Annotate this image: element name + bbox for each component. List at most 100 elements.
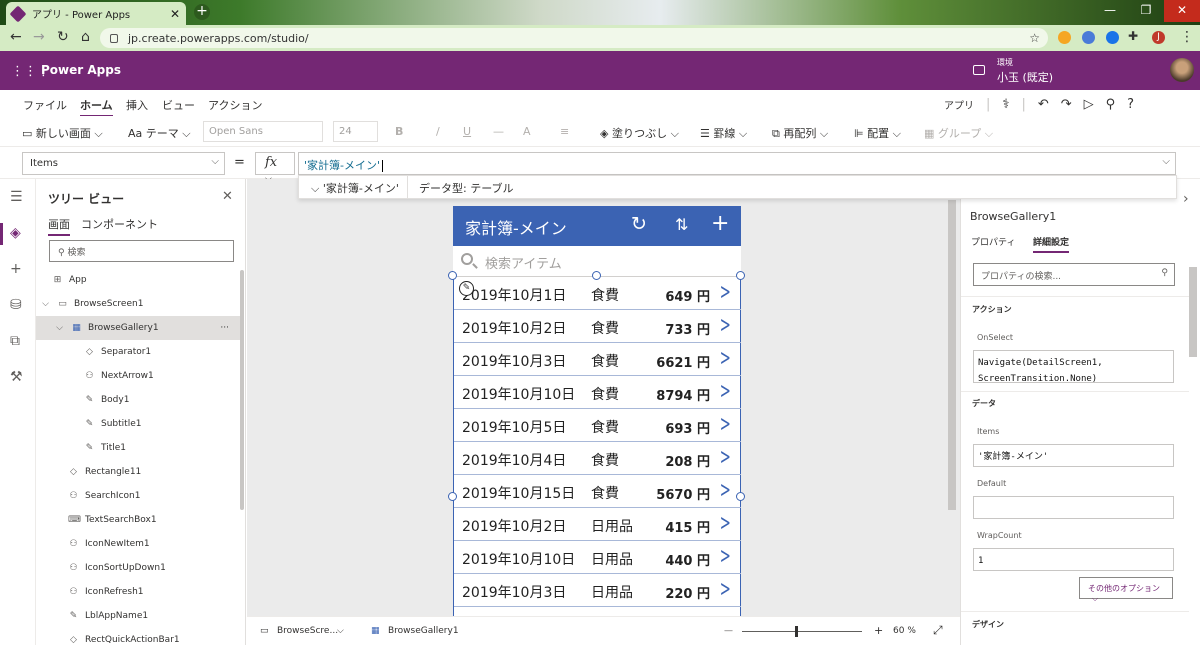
- menu-home[interactable]: ホーム: [80, 97, 113, 117]
- next-arrow-icon[interactable]: >: [720, 478, 731, 503]
- property-search-input[interactable]: プロパティの検索... ⚲: [973, 263, 1175, 286]
- app-title[interactable]: 家計簿-メイン: [465, 215, 567, 239]
- extension-icon[interactable]: [1058, 31, 1071, 44]
- control-breadcrumb[interactable]: BrowseGallery1: [388, 626, 459, 636]
- fill-button[interactable]: ◈ 塗りつぶし ⌵: [600, 125, 679, 141]
- help-icon[interactable]: ?: [1127, 97, 1134, 112]
- sort-up-down-icon[interactable]: ⇅: [675, 215, 688, 234]
- new-screen-button[interactable]: ▭ 新しい画面 ⌵: [22, 125, 103, 141]
- fit-to-window-icon[interactable]: ⤢: [933, 623, 943, 638]
- zoom-in-button[interactable]: +: [874, 624, 883, 637]
- extension-icon[interactable]: [1082, 31, 1095, 44]
- tree-node-searchicon[interactable]: ⚇ SearchIcon1: [68, 484, 140, 508]
- items-field[interactable]: '家計簿-メイン': [973, 444, 1174, 467]
- border-button[interactable]: ☰ 罫線 ⌵: [700, 125, 747, 141]
- insert-plus-icon[interactable]: +: [10, 261, 22, 277]
- gallery-row[interactable]: 2019年10月2日 食費 733 円 >: [454, 310, 741, 343]
- extension-icon[interactable]: [1106, 31, 1119, 44]
- gallery-row[interactable]: 2019年10月10日 食費 8794 円 >: [454, 376, 741, 409]
- next-arrow-icon[interactable]: >: [720, 511, 731, 536]
- add-item-icon[interactable]: +: [711, 211, 729, 236]
- italic-button[interactable]: /: [436, 125, 440, 138]
- app-settings-button[interactable]: アプリ: [944, 97, 974, 112]
- hamburger-menu-icon[interactable]: ☰: [10, 189, 23, 205]
- gallery-row[interactable]: 2019年10月3日 日用品 220 円 >: [454, 574, 741, 607]
- environment-icon[interactable]: [973, 65, 985, 75]
- close-tab-icon[interactable]: ✕: [170, 7, 180, 21]
- chevron-down-icon[interactable]: ⌵: [337, 626, 344, 636]
- next-arrow-icon[interactable]: >: [720, 346, 731, 371]
- next-arrow-icon[interactable]: >: [720, 445, 731, 470]
- back-icon[interactable]: ←: [10, 29, 22, 45]
- font-select[interactable]: Open Sans: [203, 121, 323, 142]
- close-window-icon[interactable]: ✕: [1164, 0, 1200, 22]
- more-options-icon[interactable]: ···: [220, 323, 229, 333]
- next-arrow-icon[interactable]: >: [720, 280, 731, 305]
- environment-name[interactable]: 小玉 (既定): [997, 69, 1053, 85]
- menu-file[interactable]: ファイル: [23, 97, 67, 113]
- zoom-out-button[interactable]: —: [724, 626, 733, 636]
- tree-node-textsearchbox[interactable]: ⌨ TextSearchBox1: [68, 508, 157, 532]
- data-cylinder-icon[interactable]: ⛁: [10, 297, 22, 313]
- tree-node-app[interactable]: ⊞ App: [52, 268, 87, 292]
- next-arrow-icon[interactable]: >: [720, 577, 731, 602]
- tab-components[interactable]: コンポーネント: [81, 216, 158, 232]
- tree-node-lblappname[interactable]: ✎ LblAppName1: [68, 604, 148, 628]
- gallery-row[interactable]: 2019年10月3日 食費 6621 円 >: [454, 343, 741, 376]
- tab-screens[interactable]: 画面: [48, 216, 70, 236]
- extensions-puzzle-icon[interactable]: ✚: [1128, 29, 1138, 43]
- url-field[interactable]: jp.create.powerapps.com/studio/ ☆: [100, 28, 1048, 48]
- advanced-tools-icon[interactable]: ⚒: [10, 369, 23, 385]
- menu-action[interactable]: アクション: [208, 97, 262, 113]
- theme-button[interactable]: Aa テーマ ⌵: [128, 125, 191, 141]
- undo-icon[interactable]: ↶: [1038, 97, 1049, 112]
- expand-formula-icon[interactable]: ⌵: [1162, 156, 1170, 167]
- wrapcount-field[interactable]: 1: [973, 548, 1174, 571]
- tab-advanced[interactable]: 詳細設定: [1033, 235, 1070, 253]
- resize-handle[interactable]: [448, 492, 457, 501]
- zoom-slider[interactable]: [742, 631, 862, 632]
- formula-input[interactable]: '家計簿-メイン' ⌵: [298, 152, 1176, 175]
- new-tab-button[interactable]: +: [194, 4, 210, 20]
- tree-node-body[interactable]: ✎ Body1: [84, 388, 130, 412]
- preview-play-icon[interactable]: ▷: [1084, 97, 1094, 112]
- forward-icon[interactable]: →: [33, 29, 45, 45]
- bold-button[interactable]: B: [395, 125, 403, 138]
- tree-node-nextarrow[interactable]: ⚇ NextArrow1: [84, 364, 153, 388]
- media-icon[interactable]: ⧉: [10, 333, 20, 349]
- next-arrow-icon[interactable]: >: [720, 379, 731, 404]
- tree-node-iconrefresh[interactable]: ⚇ IconRefresh1: [68, 580, 143, 604]
- text-align-button[interactable]: ≡: [560, 125, 569, 138]
- properties-scrollbar[interactable]: [1189, 267, 1197, 357]
- onselect-field[interactable]: Navigate(DetailScreen1, ScreenTransition.…: [973, 350, 1174, 384]
- reload-icon[interactable]: ↻: [57, 29, 69, 45]
- chevron-right-icon[interactable]: ›: [1183, 191, 1189, 207]
- tree-node-gallery[interactable]: ⌵ ▦ BrowseGallery1 ···: [36, 316, 241, 340]
- tree-view-layers-icon[interactable]: ◈: [10, 225, 21, 241]
- font-color-button[interactable]: A: [523, 125, 531, 138]
- group-button[interactable]: ▦ グループ ⌵: [924, 125, 993, 141]
- browser-tab[interactable]: アプリ - Power Apps ✕: [6, 2, 186, 25]
- bookmark-star-icon[interactable]: ☆: [1029, 31, 1040, 45]
- refresh-icon[interactable]: ↻: [631, 213, 647, 235]
- redo-icon[interactable]: ↷: [1061, 97, 1072, 112]
- gallery-row[interactable]: 2019年10月15日 食費 5670 円 >: [454, 475, 741, 508]
- next-arrow-icon[interactable]: >: [720, 544, 731, 569]
- browse-gallery[interactable]: 2019年10月1日 食費 649 円 > ✎ 2019年10月2日 食費 733 円 > 2…: [453, 277, 741, 616]
- user-avatar[interactable]: [1170, 58, 1194, 82]
- function-button[interactable]: fx ⌵: [255, 152, 295, 184]
- next-arrow-icon[interactable]: >: [720, 412, 731, 437]
- gallery-row[interactable]: 2019年10月1日 食費 649 円 > ✎: [454, 277, 741, 310]
- restore-icon[interactable]: ❐: [1128, 0, 1164, 22]
- default-field[interactable]: [973, 496, 1174, 519]
- more-options-button[interactable]: その他のオプション ⌵: [1079, 577, 1173, 603]
- suggestion-item[interactable]: ⌵ '家計簿-メイン': [311, 180, 399, 196]
- menu-insert[interactable]: 挿入: [126, 97, 148, 113]
- profile-avatar[interactable]: J: [1152, 31, 1165, 44]
- gallery-row[interactable]: 2019年10月4日 食費 208 円 >: [454, 442, 741, 475]
- gallery-row[interactable]: 2019年10月2日 日用品 415 円 >: [454, 508, 741, 541]
- tree-node-title[interactable]: ✎ Title1: [84, 436, 126, 460]
- browser-menu-icon[interactable]: ⋮: [1180, 29, 1194, 45]
- tree-node-rectangle[interactable]: ◇ Rectangle11: [68, 460, 141, 484]
- property-dropdown[interactable]: Items ⌵: [22, 152, 225, 175]
